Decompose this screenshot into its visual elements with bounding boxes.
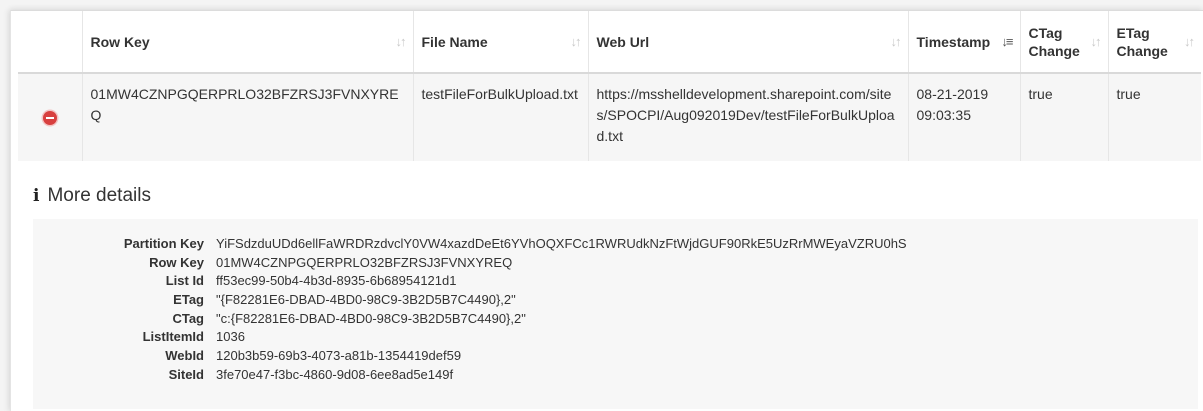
control-column-header <box>18 11 83 73</box>
column-label: ETag Change <box>1116 24 1168 59</box>
more-details-heading: i More details <box>33 181 1193 211</box>
sort-desc-icon[interactable]: ↓≡ <box>997 34 1013 49</box>
detail-row-site-id: SiteId 3fe70e47-f3bc-4860-9d08-6ee8ad5e1… <box>33 366 1198 385</box>
detail-label: SiteId <box>168 366 204 382</box>
sort-icon[interactable]: ↓↑ <box>887 34 902 49</box>
more-details-title: More details <box>47 185 151 206</box>
cell-ctag-change: true <box>1020 73 1109 161</box>
detail-label: Partition Key <box>123 236 204 251</box>
sort-icon[interactable]: ↓↑ <box>392 34 407 49</box>
detail-value: 120b3b59-69b3-4073-a81b-1354419def59 <box>216 348 462 364</box>
detail-label: ListItemId <box>142 329 204 345</box>
detail-value: ff53ec99-50b4-4b3d-8935-6b68954121d1 <box>216 273 457 289</box>
detail-label: List Id <box>165 273 204 289</box>
column-header-ctag-change[interactable]: CTag Change ↓↑ <box>1020 11 1109 73</box>
sort-icon[interactable]: ↓↑ <box>567 34 582 49</box>
table-row[interactable]: 01MW4CZNPGQERPRLO32BFZRSJ3FVNXYREQ testF… <box>18 73 1201 161</box>
column-label: Row Key <box>90 33 150 50</box>
detail-label: ETag <box>173 292 204 308</box>
table-header-row: Row Key ↓↑ File Name ↓↑ Web Url ↓↑ Times… <box>18 11 1201 73</box>
column-label: Web Url <box>596 33 650 50</box>
column-label: Timestamp <box>916 33 991 50</box>
column-label: CTag Change <box>1028 24 1080 59</box>
remove-circle-icon[interactable] <box>42 110 57 125</box>
cell-etag-change: true <box>1116 86 1141 102</box>
timestamp-time: 09:03:35 <box>916 107 972 123</box>
detail-row-list-item-id: ListItemId 1036 <box>33 328 1198 347</box>
details-list: Partition Key YiFSdzduUDd6ellFaWRDRzdvcl… <box>33 219 1198 409</box>
detail-value: 3fe70e47-f3bc-4860-9d08-6ee8ad5e149f <box>216 366 454 382</box>
detail-row-ctag: CTag "c:{F82281E6-DBAD-4BD0-98C9-3B2D5B7… <box>33 310 1198 329</box>
info-icon: i <box>33 186 40 206</box>
detail-row-web-id: WebId 120b3b59-69b3-4073-a81b-1354419def… <box>33 347 1198 366</box>
page: Row Key ↓↑ File Name ↓↑ Web Url ↓↑ Times… <box>0 0 1203 411</box>
detail-value: 01MW4CZNPGQERPRLO32BFZRSJ3FVNXYREQ <box>216 254 513 270</box>
more-details-section: i More details Partition Key YiFSdzduUDd… <box>33 181 1198 409</box>
cell-web-url: https://msshelldevelopment.sharepoint.co… <box>588 73 909 161</box>
results-panel: Row Key ↓↑ File Name ↓↑ Web Url ↓↑ Times… <box>10 10 1203 411</box>
detail-value: 1036 <box>216 329 245 345</box>
column-header-timestamp[interactable]: Timestamp ↓≡ <box>908 11 1021 73</box>
detail-row-etag: ETag "{F82281E6-DBAD-4BD0-98C9-3B2D5B7C4… <box>33 291 1198 310</box>
column-header-row-key[interactable]: Row Key ↓↑ <box>82 11 414 73</box>
detail-value: "c:{F82281E6-DBAD-4BD0-98C9-3B2D5B7C4490… <box>216 310 526 326</box>
timestamp-date: 08-21-2019 <box>916 86 989 102</box>
detail-value: "{F82281E6-DBAD-4BD0-98C9-3B2D5B7C4490},… <box>216 292 516 308</box>
row-control-cell <box>18 73 83 161</box>
detail-row-partition-key: Partition Key YiFSdzduUDd6ellFaWRDRzdvcl… <box>33 235 1198 254</box>
cell-timestamp: 08-21-2019 09:03:35 <box>908 73 1021 161</box>
cell-row-key: 01MW4CZNPGQERPRLO32BFZRSJ3FVNXYREQ <box>82 73 414 161</box>
detail-value: YiFSdzduUDd6ellFaWRDRzdvclY0VW4xazdDeEt6… <box>216 236 907 251</box>
detail-label: CTag <box>172 310 204 326</box>
detail-row-row-key: Row Key 01MW4CZNPGQERPRLO32BFZRSJ3FVNXYR… <box>33 254 1198 273</box>
detail-row-list-id: List Id ff53ec99-50b4-4b3d-8935-6b689541… <box>33 272 1198 291</box>
sort-icon[interactable]: ↓↑ <box>1087 34 1102 49</box>
column-header-file-name[interactable]: File Name ↓↑ <box>413 11 589 73</box>
sort-icon[interactable]: ↓↑ <box>1180 34 1195 49</box>
results-table: Row Key ↓↑ File Name ↓↑ Web Url ↓↑ Times… <box>18 11 1201 161</box>
column-header-etag-change[interactable]: ETag Change ↓↑ <box>1108 11 1201 73</box>
detail-label: WebId <box>165 348 204 364</box>
detail-label: Row Key <box>149 254 204 270</box>
cell-file-name: testFileForBulkUpload.txt <box>413 73 589 161</box>
column-label: File Name <box>421 33 488 50</box>
column-header-web-url[interactable]: Web Url ↓↑ <box>588 11 909 73</box>
